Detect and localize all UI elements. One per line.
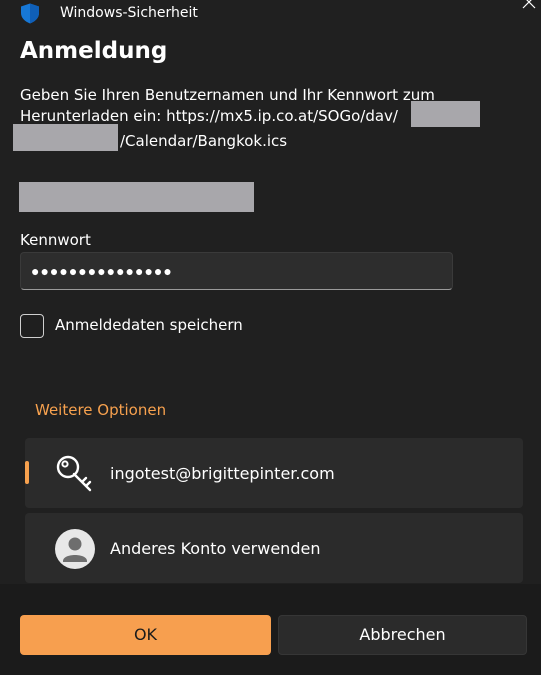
shield-icon bbox=[20, 3, 40, 24]
remember-checkbox[interactable] bbox=[20, 314, 44, 338]
account-label: Anderes Konto verwenden bbox=[110, 539, 321, 558]
dialog-heading: Anmeldung bbox=[20, 38, 168, 64]
username-field-redacted[interactable] bbox=[19, 182, 254, 212]
close-icon bbox=[522, 0, 536, 9]
account-option-saved[interactable]: ingotest@brigittepinter.com bbox=[25, 438, 523, 508]
credential-dialog: Windows-Sicherheit Anmeldung Geben Sie I… bbox=[0, 0, 541, 675]
more-options-heading: Weitere Optionen bbox=[35, 401, 167, 419]
prompt-line-1: Geben Sie Ihren Benutzernamen und Ihr Ke… bbox=[20, 86, 435, 104]
account-option-other[interactable]: Anderes Konto verwenden bbox=[25, 513, 523, 583]
cancel-button[interactable]: Abbrechen bbox=[278, 615, 527, 655]
user-avatar-icon bbox=[53, 528, 97, 572]
password-field[interactable] bbox=[20, 252, 453, 290]
window-title: Windows-Sicherheit bbox=[60, 5, 198, 21]
close-button[interactable] bbox=[517, 0, 541, 16]
selection-indicator bbox=[25, 461, 29, 484]
key-icon bbox=[53, 453, 97, 497]
prompt-line-3: /Calendar/Bangkok.ics bbox=[120, 132, 288, 150]
title-bar: Windows-Sicherheit bbox=[0, 0, 541, 26]
account-label: ingotest@brigittepinter.com bbox=[110, 464, 335, 483]
password-label: Kennwort bbox=[20, 231, 91, 249]
redacted-region bbox=[411, 101, 480, 127]
remember-label: Anmeldedaten speichern bbox=[55, 316, 243, 334]
redacted-region bbox=[13, 124, 118, 151]
ok-button[interactable]: OK bbox=[20, 615, 271, 655]
dialog-footer: OK Abbrechen bbox=[0, 584, 541, 675]
